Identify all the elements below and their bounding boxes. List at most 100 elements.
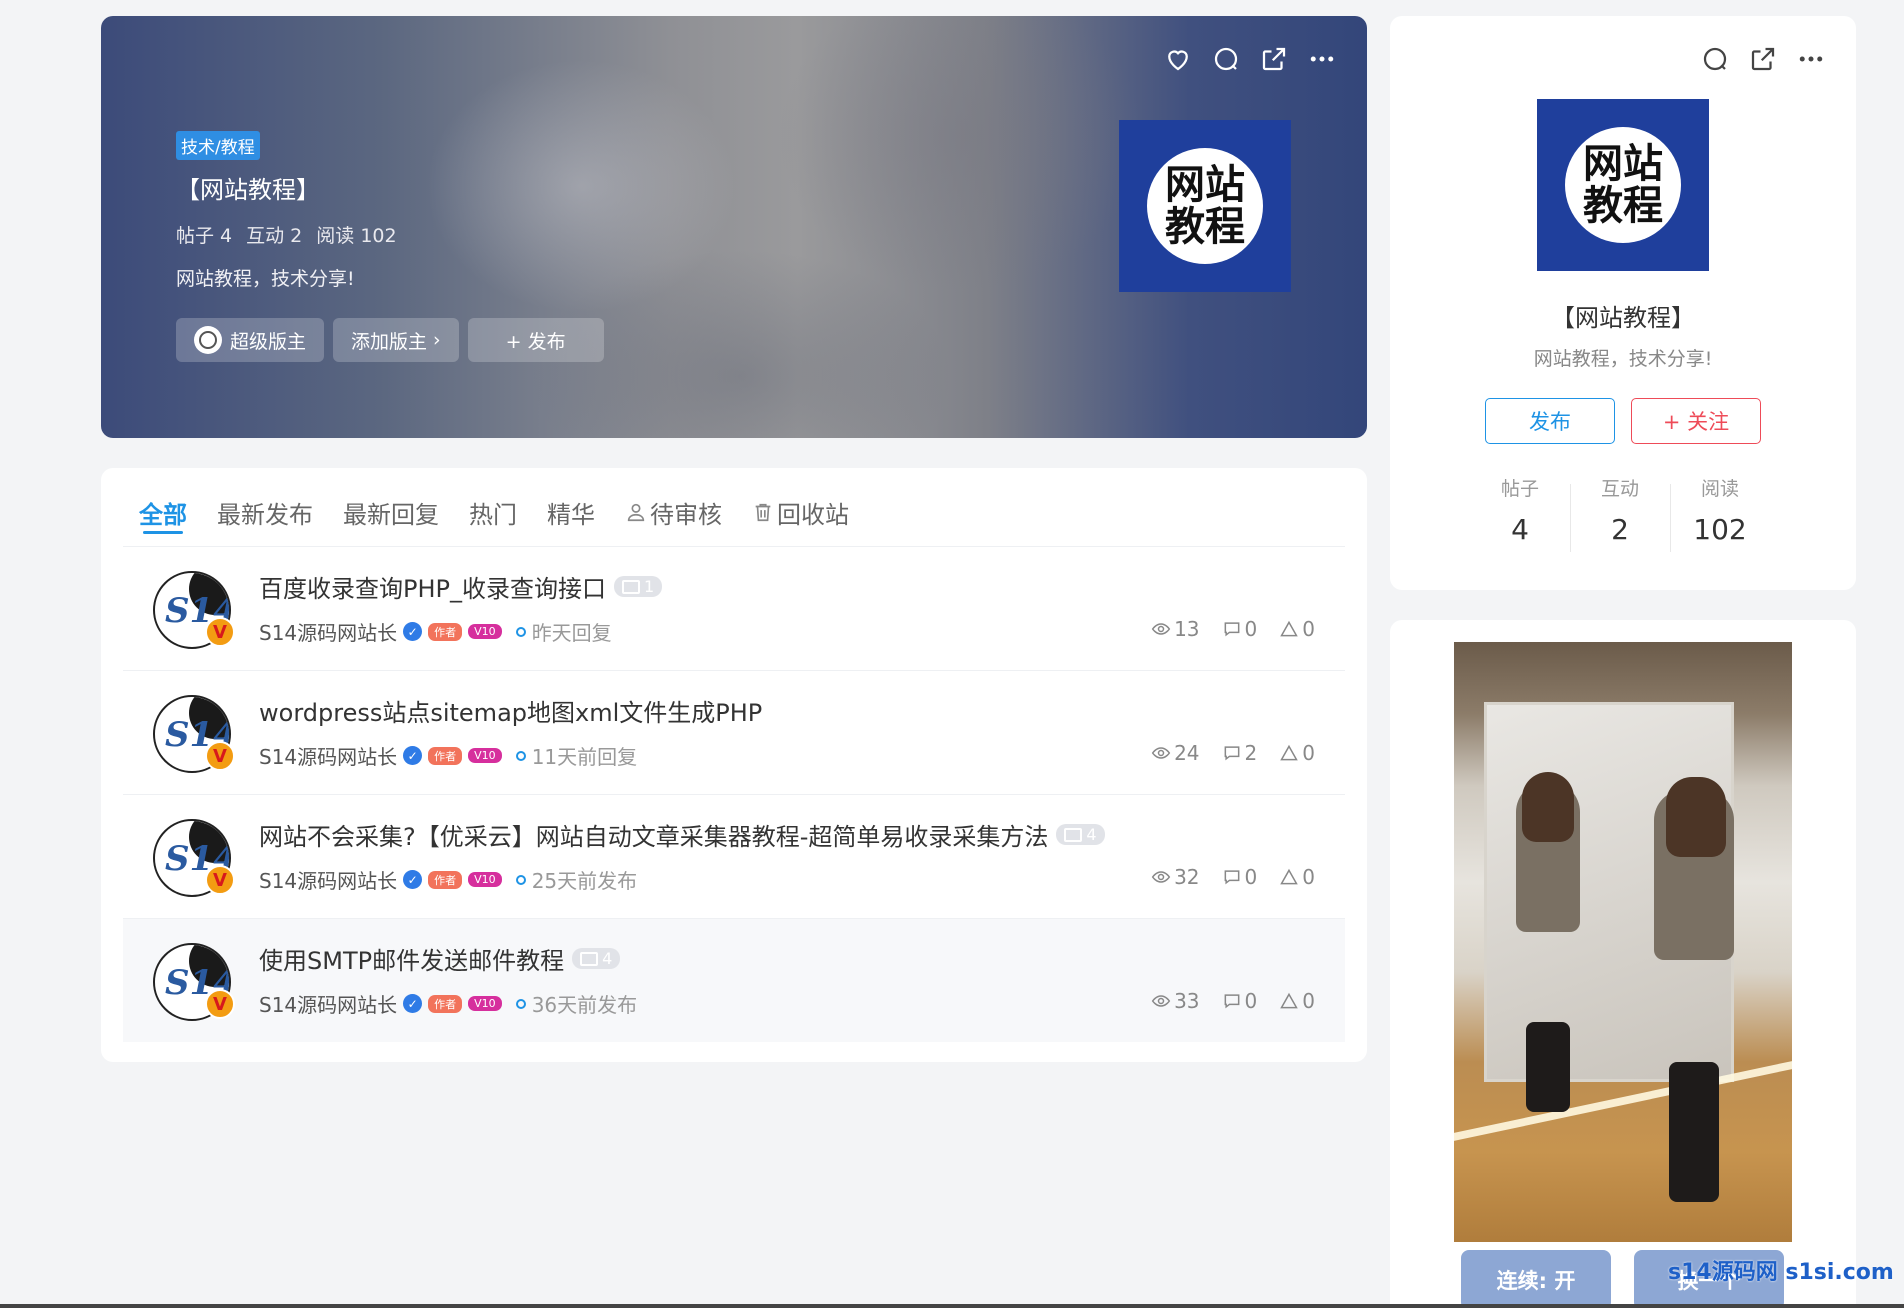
stat-interactions: 互动 2 — [1570, 474, 1670, 552]
post-item[interactable]: S14 V 百度收录查询PHP_收录查询接口 1 S14源码网站长 ✓ 作者 V… — [123, 546, 1345, 670]
view-count-value: 33 — [1174, 989, 1200, 1013]
triangle-like-icon — [1280, 868, 1299, 885]
view-count: 32 — [1151, 865, 1200, 889]
author-name[interactable]: S14源码网站长 — [259, 617, 397, 646]
post-stats: 24 2 0 — [1151, 741, 1315, 765]
post-title[interactable]: 网站不会采集?【优采云】网站自动文章采集器教程-超简单易收录采集方法 4 — [259, 817, 1105, 852]
trash-icon — [755, 503, 771, 522]
like-count: 0 — [1279, 741, 1315, 765]
view-count: 24 — [1151, 741, 1200, 765]
tab-latest-published[interactable]: 最新发布 — [217, 490, 313, 534]
continuous-toggle-button[interactable]: 连续: 开 — [1461, 1250, 1611, 1308]
bottom-border — [0, 1304, 1904, 1308]
heart-icon[interactable] — [1163, 44, 1193, 74]
like-count: 0 — [1279, 617, 1315, 641]
post-meta: S14源码网站长 ✓ 作者 V10 36天前发布 — [259, 989, 637, 1018]
vip-badge: V10 — [468, 996, 502, 1011]
comment-icon[interactable] — [1211, 44, 1241, 74]
tab-label: 最新发布 — [217, 500, 313, 529]
post-title[interactable]: 百度收录查询PHP_收录查询接口 1 — [259, 569, 663, 604]
sidebar-forum-logo: 网站 教程 — [1537, 99, 1709, 271]
more-icon[interactable] — [1796, 44, 1826, 74]
triangle-like-icon — [1280, 620, 1299, 637]
photo-hair — [1666, 777, 1726, 857]
stat-label: 帖子 — [1500, 478, 1539, 500]
comment-count-value: 2 — [1244, 741, 1258, 765]
image-count: 1 — [644, 577, 655, 596]
triangle-like-icon — [1280, 744, 1299, 761]
verified-v-icon: V — [205, 865, 235, 895]
comment-icon[interactable] — [1700, 44, 1730, 74]
post-title-text: 使用SMTP邮件发送邮件教程 — [259, 947, 565, 975]
post-item[interactable]: S14 V 网站不会采集?【优采云】网站自动文章采集器教程-超简单易收录采集方法… — [123, 794, 1345, 918]
add-moderator-button[interactable]: 添加版主 › — [333, 318, 459, 362]
user-icon — [627, 503, 645, 522]
comment-count: 0 — [1222, 989, 1258, 1013]
interaction-count: 互动 2 — [246, 225, 303, 247]
tab-label: 热门 — [469, 500, 517, 529]
view-count-value: 24 — [1174, 741, 1200, 765]
forum-stats: 帖子 4 互动 2 阅读 102 — [176, 221, 397, 248]
comment-count-value: 0 — [1244, 989, 1258, 1013]
sidebar-buttons: 发布 + 关注 — [1485, 398, 1761, 444]
share-icon[interactable] — [1748, 44, 1778, 74]
post-title[interactable]: wordpress站点sitemap地图xml文件生成PHP — [259, 693, 762, 728]
like-count-value: 0 — [1302, 865, 1315, 889]
post-list: S14 V 百度收录查询PHP_收录查询接口 1 S14源码网站长 ✓ 作者 V… — [123, 546, 1345, 1042]
status-dot — [515, 750, 526, 761]
comment-bubble-icon — [1224, 622, 1239, 637]
verified-v-icon: V — [205, 741, 235, 771]
publish-button[interactable]: + 发布 — [467, 318, 604, 362]
comment-count: 0 — [1222, 617, 1257, 641]
post-item[interactable]: S14 V 使用SMTP邮件发送邮件教程 4 S14源码网站长 ✓ 作者 V10… — [123, 918, 1345, 1042]
share-icon[interactable] — [1259, 44, 1289, 74]
post-item[interactable]: S14 V wordpress站点sitemap地图xml文件生成PHP S14… — [123, 670, 1345, 794]
status-dot — [515, 626, 526, 637]
moderator-avatar — [194, 326, 222, 354]
verified-v-icon: V — [205, 989, 235, 1019]
stat-value: 102 — [1693, 513, 1747, 546]
verified-check-icon: ✓ — [403, 746, 423, 765]
post-meta: S14源码网站长 ✓ 作者 V10 25天前发布 — [259, 865, 637, 894]
tab-latest-reply[interactable]: 最新回复 — [343, 490, 439, 534]
stat-value: 4 — [1511, 513, 1529, 546]
site-watermark: s14源码网 s1si.com — [1668, 1260, 1894, 1285]
eye-icon — [1151, 747, 1171, 759]
tab-pending-review[interactable]: 待审核 — [625, 490, 722, 534]
forum-hero-banner: 技术/教程 【网站教程】 帖子 4 互动 2 阅读 102 网站教程，技术分享!… — [101, 16, 1367, 438]
hero-actions — [1163, 44, 1337, 74]
tab-all[interactable]: 全部 — [139, 490, 187, 534]
status-dot — [515, 998, 526, 1009]
post-stats: 13 0 0 — [1151, 617, 1315, 641]
follow-button[interactable]: + 关注 — [1631, 398, 1761, 444]
author-name[interactable]: S14源码网站长 — [259, 989, 397, 1018]
author-badge: 作者 — [428, 746, 463, 765]
sidebar-forum-title: 【网站教程】 — [1551, 304, 1695, 332]
comment-bubble-icon — [1224, 994, 1239, 1009]
vip-badge: V10 — [468, 748, 502, 763]
image-count-badge: 1 — [614, 576, 663, 597]
publish-label: + 发布 — [505, 330, 566, 353]
post-title[interactable]: 使用SMTP邮件发送邮件教程 4 — [259, 941, 621, 976]
eye-icon — [1151, 995, 1171, 1007]
eye-icon — [1151, 623, 1171, 635]
forum-info: 技术/教程 【网站教程】 帖子 4 互动 2 阅读 102 网站教程，技术分享! — [176, 131, 397, 291]
eye-icon — [1151, 871, 1171, 883]
random-photo[interactable] — [1454, 642, 1792, 1242]
tab-label: 精华 — [547, 500, 595, 529]
image-icon — [1064, 827, 1083, 842]
sidebar-publish-button[interactable]: 发布 — [1485, 398, 1615, 444]
verified-v-icon: V — [205, 617, 235, 647]
category-tag[interactable]: 技术/教程 — [176, 131, 260, 160]
author-name[interactable]: S14源码网站长 — [259, 865, 397, 894]
more-icon[interactable] — [1307, 44, 1337, 74]
triangle-like-icon — [1280, 992, 1299, 1009]
image-icon — [622, 579, 640, 594]
moderator-button[interactable]: 超级版主 — [176, 318, 325, 362]
image-count-badge: 4 — [1056, 824, 1105, 845]
author-badge: 作者 — [428, 994, 463, 1013]
author-name[interactable]: S14源码网站长 — [259, 741, 397, 770]
tab-recycle-bin[interactable]: 回收站 — [752, 490, 849, 534]
tab-featured[interactable]: 精华 — [547, 490, 595, 534]
tab-hot[interactable]: 热门 — [469, 490, 517, 534]
